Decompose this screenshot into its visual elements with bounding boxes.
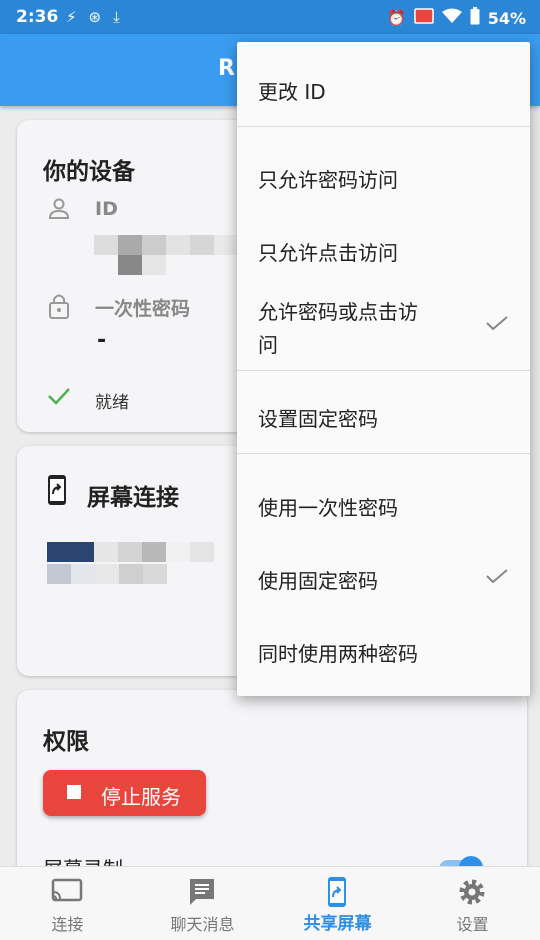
flash-icon: ⚡ (66, 8, 77, 26)
bottom-navigation: 连接 聊天消息 共享屏幕 设置 (0, 866, 540, 940)
share-screen-icon (320, 877, 354, 907)
stop-service-button[interactable]: 停止服务 (43, 770, 206, 816)
popup-menu: 更改 ID 只允许密码访问 只允许点击访问 允许密码或点击访 问 设置固定密码 … (237, 42, 530, 696)
cast-status-icon (413, 8, 434, 28)
chat-icon (185, 877, 219, 907)
device-id-blurred-2 (118, 255, 166, 275)
notification-icons: ⚡ ⊛ ⤓ (66, 8, 120, 26)
stop-icon (67, 785, 81, 799)
check-icon (47, 386, 71, 410)
menu-divider (237, 453, 530, 454)
battery-level: 54% (487, 8, 526, 28)
phone-share-icon (47, 474, 67, 510)
lock-icon (47, 292, 71, 324)
menu-item-label: 使用固定密码 (258, 569, 378, 593)
menu-item-label-line1: 允许密码或点击访 (258, 300, 418, 324)
menu-item-label: 同时使用两种密码 (258, 642, 418, 666)
menu-item-password-or-click[interactable]: 允许密码或点击访 问 (237, 296, 530, 357)
ready-status: 就绪 (95, 393, 129, 413)
menu-item-label: 使用一次性密码 (258, 496, 398, 520)
nav-share-screen-label: 共享屏幕 (303, 914, 372, 934)
battery-icon (470, 7, 480, 29)
device-id-blurred (94, 235, 238, 255)
screen-card-title: 屏幕连接 (87, 485, 179, 511)
check-icon (486, 569, 508, 583)
nav-connect[interactable]: 连接 (0, 867, 135, 940)
app-title: R (218, 56, 235, 81)
otp-label: 一次性密码 (95, 298, 191, 320)
permissions-card-title: 权限 (43, 729, 89, 755)
gear-icon (455, 877, 489, 907)
check-icon (486, 316, 508, 330)
alarm-icon: ⏰ (387, 9, 406, 27)
menu-item-label: 只允许点击访问 (258, 241, 398, 265)
nav-chat-label: 聊天消息 (170, 915, 235, 934)
menu-item-label-line2: 问 (258, 333, 278, 357)
menu-item-label: 只允许密码访问 (258, 168, 398, 192)
menu-divider (237, 126, 530, 127)
status-time: 2:36 (16, 7, 59, 27)
screen-preview-blurred-2 (47, 564, 167, 584)
wifi-icon (441, 8, 462, 28)
screen-preview-blurred (47, 542, 214, 562)
sync-icon: ⊛ (88, 8, 102, 26)
device-card-title: 你的设备 (43, 159, 135, 185)
download-icon: ⤓ (113, 8, 120, 26)
nav-settings-label: 设置 (456, 915, 489, 934)
nav-chat[interactable]: 聊天消息 (135, 867, 270, 940)
nav-connect-label: 连接 (51, 915, 84, 934)
id-label: ID (95, 198, 118, 220)
menu-divider (237, 370, 530, 371)
person-icon (47, 196, 71, 224)
menu-item-label: 更改 ID (258, 80, 326, 104)
cast-icon (50, 877, 84, 907)
nav-settings[interactable]: 设置 (405, 867, 540, 940)
status-bar: 2:36 ⚡ ⊛ ⤓ ⏰ 54% (0, 0, 540, 34)
menu-item-label: 设置固定密码 (258, 407, 378, 431)
stop-service-label: 停止服务 (101, 785, 181, 809)
nav-share-screen[interactable]: 共享屏幕 (270, 867, 405, 940)
otp-value: - (97, 328, 107, 353)
system-icons: ⏰ 54% (387, 7, 526, 29)
